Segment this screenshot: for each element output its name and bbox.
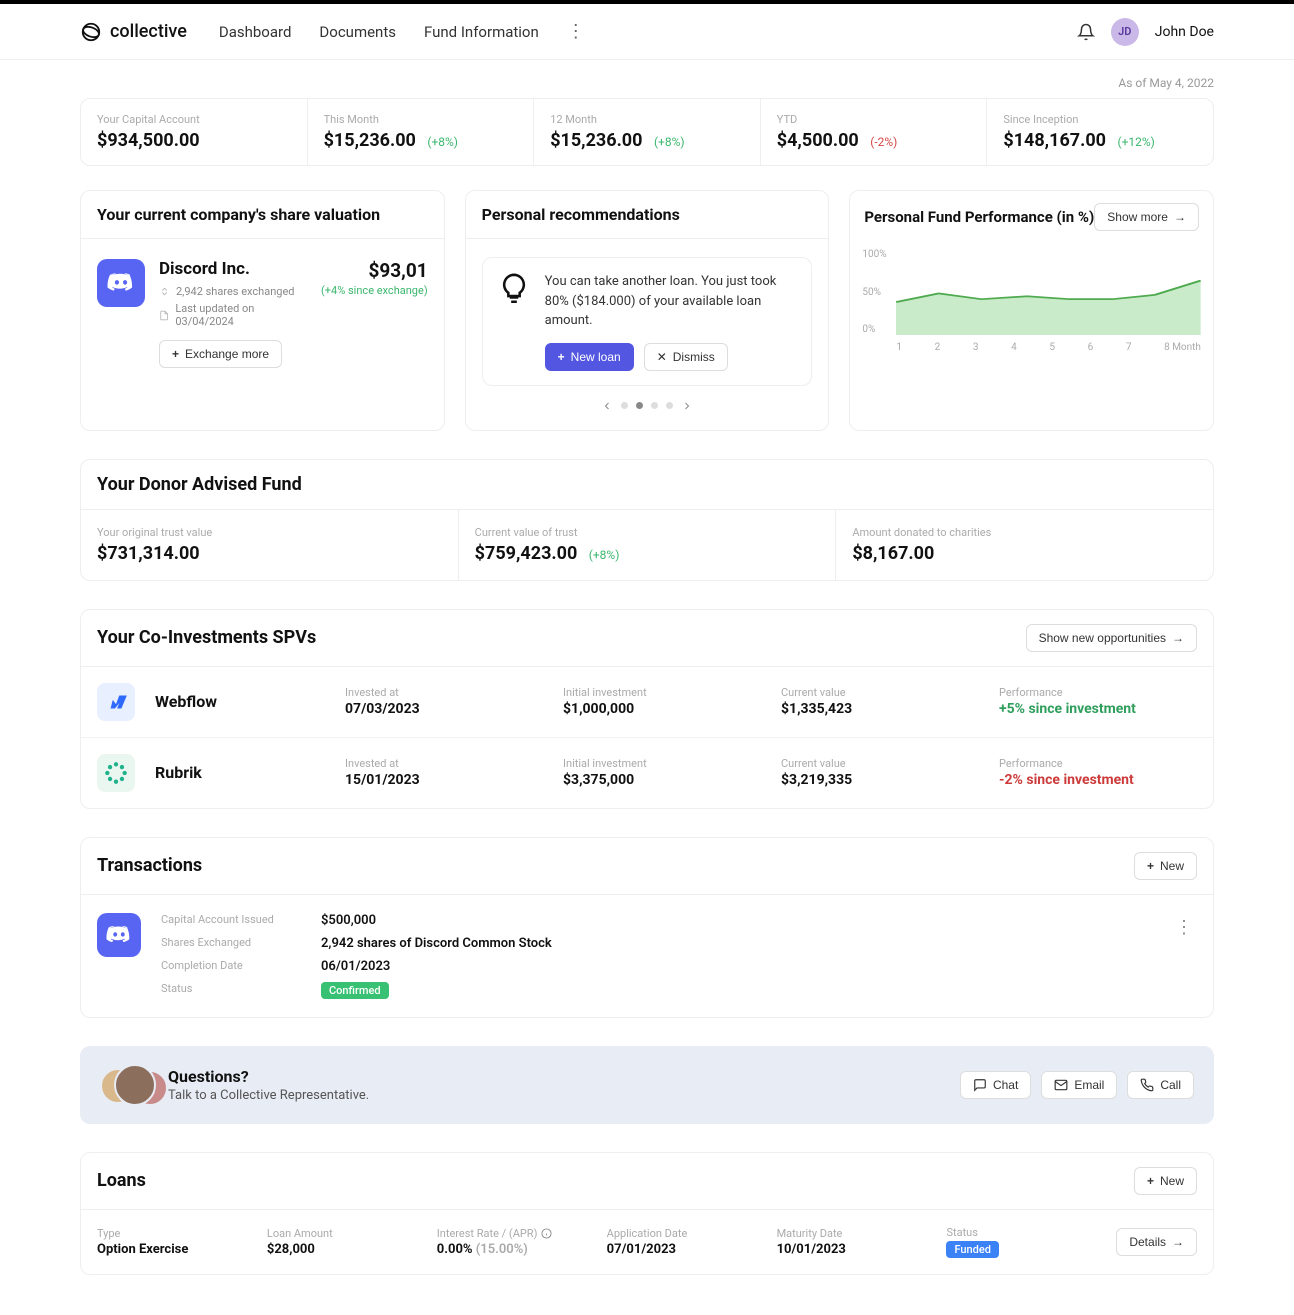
stat-capital: Your Capital Account $934,500.00 (81, 99, 308, 165)
discord-logo-icon (97, 913, 141, 957)
daf-donated: Amount donated to charities $8,167.00 (836, 510, 1213, 580)
recommendations-card: Personal recommendations You can take an… (465, 190, 830, 431)
dismiss-button[interactable]: ✕Dismiss (644, 343, 728, 371)
daf-current: Current value of trust $759,423.00 (+8%) (459, 510, 837, 580)
pager-dot[interactable] (621, 402, 628, 409)
loan-details-button[interactable]: Details→ (1116, 1228, 1197, 1256)
nav-more-icon[interactable]: ⋮ (567, 23, 585, 41)
status-badge: Funded (946, 1241, 998, 1258)
performance-card: Personal Fund Performance (in %) Show mo… (849, 190, 1214, 431)
plus-icon: + (1147, 859, 1154, 873)
recommendation-text: You can take another loan. You just took… (545, 272, 798, 331)
stat-since-inception: Since Inception $148,167.00 (+12%) (987, 99, 1213, 165)
plus-icon: + (558, 350, 565, 364)
app-header: collective Dashboard Documents Fund Info… (0, 4, 1294, 60)
new-loan-button[interactable]: +New (1134, 1167, 1197, 1195)
stat-this-month: This Month $15,236.00 (+8%) (308, 99, 535, 165)
phone-icon (1140, 1078, 1154, 1092)
daf-card: Your Donor Advised Fund Your original tr… (80, 459, 1214, 581)
nav-fund-information[interactable]: Fund Information (424, 23, 539, 41)
lightbulb-icon (497, 272, 531, 306)
questions-banner: Questions? Talk to a Collective Represen… (80, 1046, 1214, 1124)
chat-button[interactable]: Chat (960, 1071, 1031, 1099)
email-button[interactable]: Email (1041, 1071, 1117, 1099)
info-icon[interactable] (541, 1228, 552, 1239)
avatar[interactable]: JD (1111, 18, 1139, 46)
close-icon: ✕ (657, 350, 667, 364)
email-icon (1054, 1078, 1068, 1092)
show-more-button[interactable]: Show more→ (1094, 203, 1199, 231)
logo-text: collective (110, 21, 187, 42)
exchange-icon (159, 286, 170, 297)
discord-logo-icon (97, 259, 145, 307)
valuation-title: Your current company's share valuation (97, 205, 380, 224)
chevron-right-icon[interactable] (681, 400, 693, 412)
share-price-delta: (+4% since exchange) (321, 284, 428, 297)
pager-dot[interactable] (651, 402, 658, 409)
logo-icon (80, 21, 102, 43)
webflow-logo-icon (97, 683, 135, 721)
chat-icon (973, 1078, 987, 1092)
pager-dot[interactable] (666, 402, 673, 409)
as-of-date: As of May 4, 2022 (80, 76, 1214, 90)
pager-dot[interactable] (636, 402, 643, 409)
exchange-more-button[interactable]: +Exchange more (159, 340, 282, 368)
transactions-card: Transactions +New Capital Account Issued… (80, 837, 1214, 1018)
stat-12-month: 12 Month $15,236.00 (+8%) (534, 99, 761, 165)
performance-chart: 100% 50% 0% 1 2 3 4 5 6 7 (850, 243, 1213, 363)
loans-card: Loans +New TypeOption Exercise Loan Amou… (80, 1152, 1214, 1275)
plus-icon: + (1147, 1174, 1154, 1188)
stat-ytd: YTD $4,500.00 (-2%) (761, 99, 988, 165)
spv-card: Your Co-Investments SPVs Show new opport… (80, 609, 1214, 809)
company-name: Discord Inc. (159, 259, 307, 279)
stats-row: Your Capital Account $934,500.00 This Mo… (80, 98, 1214, 166)
chevron-left-icon[interactable] (601, 400, 613, 412)
rubrik-logo-icon (97, 754, 135, 792)
share-price: $93,01 (321, 259, 428, 282)
arrow-right-icon: → (1174, 210, 1186, 224)
spv-row[interactable]: Rubrik Invested at15/01/2023 Initial inv… (81, 738, 1213, 808)
document-icon (159, 310, 169, 321)
daf-original: Your original trust value $731,314.00 (81, 510, 459, 580)
call-button[interactable]: Call (1127, 1071, 1194, 1099)
arrow-right-icon: → (1172, 631, 1184, 645)
new-loan-button[interactable]: +New loan (545, 343, 634, 371)
status-badge: Confirmed (321, 982, 389, 999)
notifications-icon[interactable] (1077, 23, 1095, 41)
plus-icon: + (172, 347, 179, 361)
valuation-card: Your current company's share valuation D… (80, 190, 445, 431)
spv-row[interactable]: Webflow Invested at07/03/2023 Initial in… (81, 667, 1213, 738)
nav-documents[interactable]: Documents (319, 23, 396, 41)
user-name: John Doe (1155, 24, 1214, 40)
show-opportunities-button[interactable]: Show new opportunities→ (1026, 624, 1197, 652)
nav-dashboard[interactable]: Dashboard (219, 23, 292, 41)
logo[interactable]: collective (80, 21, 187, 43)
new-transaction-button[interactable]: +New (1134, 852, 1197, 880)
rep-avatars (100, 1064, 152, 1106)
main-nav: Dashboard Documents Fund Information ⋮ (219, 23, 585, 41)
arrow-right-icon: → (1172, 1235, 1184, 1249)
more-icon[interactable]: ⋮ (1171, 913, 1197, 942)
